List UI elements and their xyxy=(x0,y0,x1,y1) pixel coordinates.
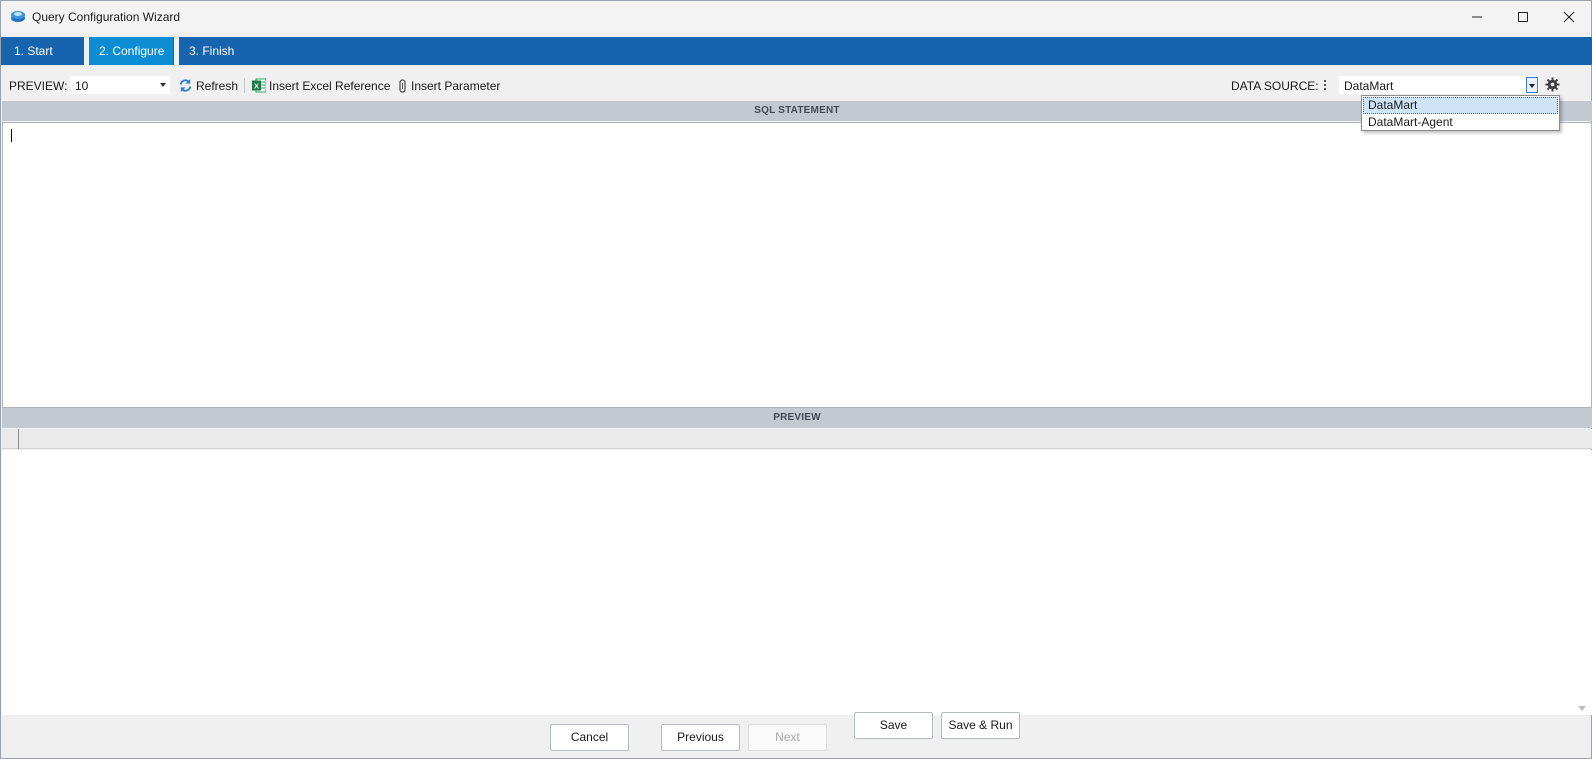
close-window-button[interactable] xyxy=(1546,1,1592,33)
minimize-icon xyxy=(1472,16,1482,18)
excel-icon: X xyxy=(252,78,266,93)
preview-count-value: 10 xyxy=(75,79,89,93)
maximize-button[interactable] xyxy=(1500,1,1546,33)
svg-text:X: X xyxy=(254,82,259,91)
data-source-label: DATA SOURCE: xyxy=(1231,79,1319,93)
sql-statement-header: SQL STATEMENT xyxy=(2,101,1592,121)
insert-excel-reference-button[interactable]: X Insert Excel Reference xyxy=(252,77,390,94)
step-start[interactable]: 1. Start xyxy=(4,37,83,65)
wizard-window: Query Configuration Wizard 1. Start 2. C… xyxy=(0,0,1592,759)
insert-parameter-button[interactable]: Insert Parameter xyxy=(397,77,500,94)
preview-grid[interactable] xyxy=(2,450,1592,715)
chevron-down-icon xyxy=(1529,84,1535,88)
more-options-icon[interactable] xyxy=(1323,79,1327,91)
parameter-icon xyxy=(399,78,406,93)
data-source-value: DataMart xyxy=(1344,79,1394,93)
cancel-button[interactable]: Cancel xyxy=(550,724,629,751)
title-bar: Query Configuration Wizard xyxy=(1,1,1591,33)
next-button[interactable]: Next xyxy=(748,724,827,751)
preview-header: PREVIEW xyxy=(2,408,1592,428)
window-title: Query Configuration Wizard xyxy=(32,10,181,24)
save-button[interactable]: Save xyxy=(854,712,933,739)
close-icon xyxy=(1563,11,1575,23)
app-logo-icon xyxy=(11,11,25,22)
dropdown-option-datamart-agent[interactable]: DataMart-Agent xyxy=(1363,114,1558,131)
preview-grid-header xyxy=(2,429,1592,449)
refresh-label: Refresh xyxy=(196,78,239,93)
insert-parameter-label: Insert Parameter xyxy=(411,78,501,93)
dropdown-option-datamart[interactable]: DataMart xyxy=(1363,97,1558,114)
previous-button[interactable]: Previous xyxy=(661,724,740,751)
row-header-cell xyxy=(2,429,19,449)
insert-excel-reference-label: Insert Excel Reference xyxy=(269,78,391,93)
step-configure[interactable]: 2. Configure xyxy=(89,37,173,65)
toolbar: PREVIEW: 10 Refresh X Insert Excel Refer… xyxy=(1,69,1591,101)
gear-icon[interactable] xyxy=(1545,77,1560,92)
chevron-down-icon xyxy=(160,83,166,87)
minimize-button[interactable] xyxy=(1454,1,1500,33)
preview-count-select[interactable]: 10 xyxy=(70,76,170,94)
toolbar-divider xyxy=(244,78,245,93)
maximize-icon xyxy=(1518,12,1528,22)
refresh-icon xyxy=(179,78,192,93)
preview-count-label: PREVIEW: xyxy=(9,79,68,93)
scroll-down-icon[interactable] xyxy=(1578,706,1586,711)
data-source-select[interactable]: DataMart xyxy=(1339,76,1539,94)
refresh-button[interactable]: Refresh xyxy=(178,77,238,94)
step-finish[interactable]: 3. Finish xyxy=(179,37,1592,65)
data-source-dropdown-list: DataMart DataMart-Agent xyxy=(1361,95,1560,131)
sql-editor[interactable] xyxy=(2,122,1592,408)
save-and-run-button[interactable]: Save & Run xyxy=(941,712,1020,739)
wizard-steps-bar: 1. Start 2. Configure 3. Finish xyxy=(1,37,1592,65)
text-caret xyxy=(11,129,12,142)
data-source-dropdown-button[interactable] xyxy=(1526,77,1538,93)
